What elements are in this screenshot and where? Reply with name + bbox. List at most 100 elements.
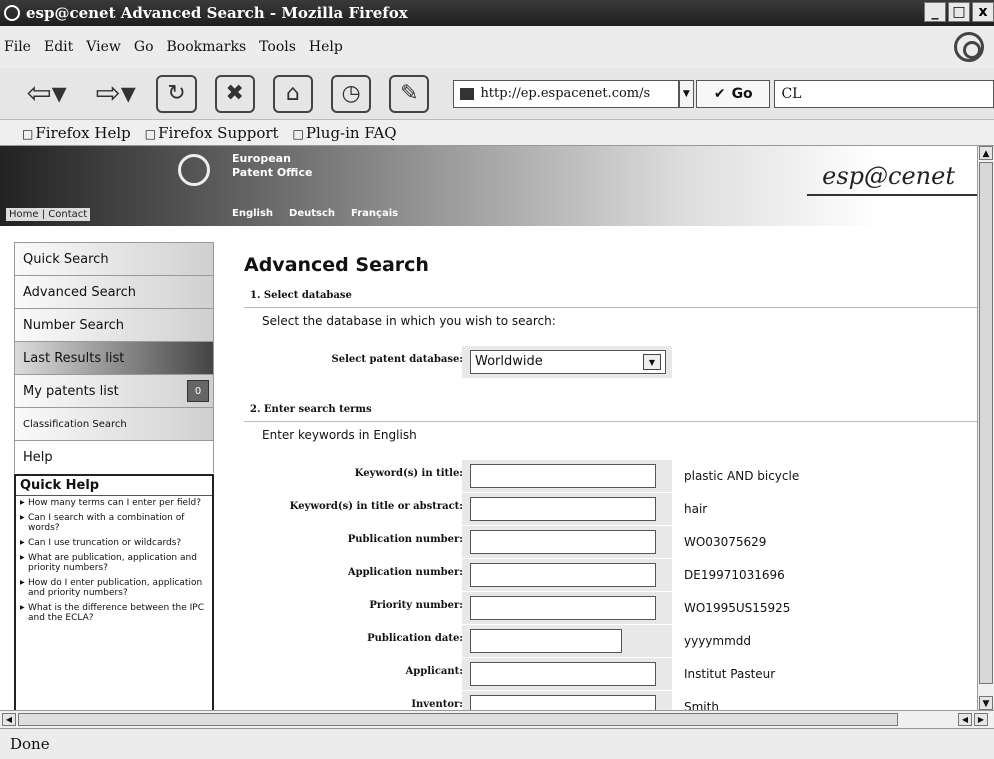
menu-tools[interactable]: Tools [259,39,296,55]
bookmark-firefox-support[interactable]: Firefox Support [145,124,278,142]
minimize-button[interactable]: _ [924,2,946,22]
edit-button[interactable]: ✎ [389,74,430,113]
reload-button[interactable]: ↻ [156,74,197,113]
quick-help-links: How many terms can I enter per field? Ca… [16,496,212,630]
keywords-abstract-input[interactable] [470,497,656,521]
field-label: Application number: [347,567,463,578]
scroll-left-arrow-icon[interactable]: ◀ [2,713,16,726]
quick-help-link[interactable]: What are publication, application and pr… [20,553,208,573]
nav-quick-search[interactable]: Quick Search [14,242,214,275]
field-example: plastic AND bicycle [684,469,800,483]
section-select-database: 1. Select database [250,290,352,301]
bookmark-firefox-help[interactable]: Firefox Help [22,124,130,142]
quick-help-link[interactable]: How many terms can I enter per field? [20,498,208,508]
nav-my-patents[interactable]: My patents list 0 [14,374,214,407]
publication-number-input[interactable] [470,530,656,554]
scroll-left-arrow-icon[interactable]: ◀ [958,713,972,726]
quick-help-link[interactable]: Can I use truncation or wildcards? [20,538,208,548]
priority-number-input[interactable] [470,596,656,620]
field-cell [462,658,672,690]
field-cell [462,592,672,624]
bookmarks-bar: Firefox Help Firefox Support Plug-in FAQ [0,120,994,146]
menu-file[interactable]: File [4,39,31,55]
vertical-scroll-thumb[interactable] [979,162,993,684]
field-cell [462,559,672,591]
scroll-right-arrow-icon[interactable]: ▶ [974,713,988,726]
menu-help[interactable]: Help [309,39,343,55]
nav-classification-search[interactable]: Classification Search [14,407,214,440]
field-row-title-abstract: Keyword(s) in title or abstract: hair [244,493,977,525]
main-content: Advanced Search 1. Select database Selec… [244,254,977,328]
horizontal-scrollbar[interactable]: ◀ ◀ ▶ [0,710,994,728]
back-button[interactable]: ⇦▾ [18,75,75,113]
field-example: yyyymmdd [684,634,752,648]
page-title: Advanced Search [244,254,429,276]
nav-label: Advanced Search [23,284,137,300]
database-row: Select patent database: Worldwide ▼ [244,346,977,378]
application-number-input[interactable] [470,563,656,587]
keywords-title-input[interactable] [470,464,656,488]
quick-help-link[interactable]: How do I enter publication, application … [20,578,208,598]
field-label: Inventor: [411,699,463,710]
search-input[interactable]: CL [774,79,994,108]
nav-label: Classification Search [23,418,127,430]
search-terms-header: 2. Enter search terms Enter keywords in … [244,404,977,442]
lang-deutsch[interactable]: Deutsch [289,208,335,219]
go-button[interactable]: ✔ Go [696,79,771,108]
field-row-publication-date: Publication date: yyyymmdd [244,625,977,657]
back-arrow-icon: ⇦▾ [26,76,67,111]
nav-number-search[interactable]: Number Search [14,308,214,341]
field-example: DE19971031696 [684,568,785,582]
lang-english[interactable]: English [232,208,273,219]
nav-help[interactable]: Help [14,440,214,473]
bookmark-plugin-faq[interactable]: Plug-in FAQ [293,124,397,142]
scroll-up-arrow-icon[interactable]: ▲ [979,146,993,160]
horizontal-scroll-thumb[interactable] [18,713,898,726]
my-patents-count-badge: 0 [187,380,209,402]
stop-icon: ✖ [225,81,244,106]
quick-help-panel: Quick Help How many terms can I enter pe… [14,474,214,710]
applicant-input[interactable] [470,662,656,686]
field-label: Publication number: [347,534,463,545]
nav-advanced-search[interactable]: Advanced Search [14,275,214,308]
nav-last-results[interactable]: Last Results list [14,341,214,374]
scroll-down-arrow-icon[interactable]: ▼ [979,696,993,710]
stop-button[interactable]: ✖ [214,74,255,113]
window-controls: _ □ x [924,2,994,22]
close-button[interactable]: x [972,2,994,22]
window-title: esp@cenet Advanced Search - Mozilla Fire… [26,4,408,22]
search-terms-instruction: Enter keywords in English [262,428,417,442]
forward-button[interactable]: ⇨▾ [87,75,144,113]
menu-view[interactable]: View [86,39,121,55]
vertical-scrollbar[interactable]: ▲ ▼ [977,146,994,710]
inventor-input[interactable] [470,695,656,710]
field-cell [462,526,672,558]
menu-bookmarks[interactable]: Bookmarks [167,39,247,55]
quick-help-link[interactable]: What is the difference between the IPC a… [20,603,208,623]
brand-underline [807,194,977,196]
home-contact-links[interactable]: Home | Contact [6,208,91,221]
lang-francais[interactable]: Français [351,208,398,219]
window-titlebar: esp@cenet Advanced Search - Mozilla Fire… [0,0,994,26]
field-cell [462,625,672,657]
publication-date-input[interactable] [470,629,622,653]
history-button[interactable]: ◷ [331,74,372,113]
maximize-button[interactable]: □ [948,2,970,22]
page-viewport: European Patent Office Home | Contact En… [0,146,977,710]
nav-label: My patents list [23,383,119,399]
field-example: hair [684,502,708,516]
checkmark-icon: ✔ [713,85,726,102]
nav-label: Last Results list [23,350,125,366]
section-search-terms: 2. Enter search terms [250,404,372,415]
url-bar[interactable]: http://ep.espacenet.com/s [453,79,679,108]
clock-icon: ◷ [341,81,361,106]
database-select[interactable]: Worldwide ▼ [470,350,666,374]
url-dropdown-button[interactable]: ▼ [678,79,695,108]
home-button[interactable]: ⌂ [272,74,313,113]
menu-go[interactable]: Go [134,39,154,55]
espacenet-logo: esp@cenet [822,162,955,190]
field-cell [462,493,672,525]
field-label: Keyword(s) in title or abstract: [289,501,463,512]
menu-edit[interactable]: Edit [44,39,73,55]
quick-help-link[interactable]: Can I search with a combination of words… [20,513,208,533]
